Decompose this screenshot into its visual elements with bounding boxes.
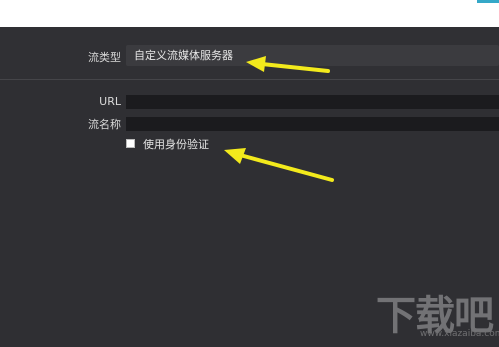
watermark: 下载吧 www.xiazaiba.com (376, 283, 499, 345)
arrow-to-stream-type (246, 56, 330, 73)
watermark-url: www.xiazaiba.com (420, 329, 499, 339)
arrow-to-authentication (224, 148, 334, 182)
